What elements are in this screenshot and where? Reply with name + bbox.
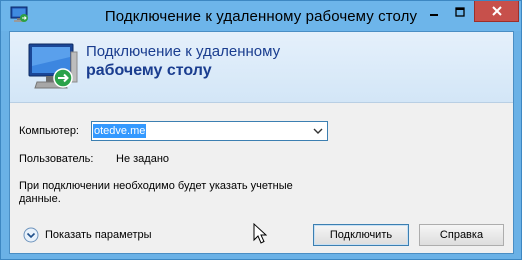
banner-title-line1: Подключение к удаленному xyxy=(86,43,281,60)
minimize-button[interactable] xyxy=(421,1,447,22)
banner-title-line2: рабочему столу xyxy=(86,62,212,79)
chevron-down-icon[interactable] xyxy=(312,126,324,136)
header-banner: Подключение к удаленному рабочему столу xyxy=(10,32,513,103)
computer-combobox[interactable]: otedve.me xyxy=(91,121,328,141)
help-button[interactable]: Справка xyxy=(419,224,504,246)
title-bar[interactable]: Подключение к удаленному рабочему столу xyxy=(1,1,521,31)
show-options-link[interactable]: Показать параметры xyxy=(45,229,152,241)
dialog-body: Подключение к удаленному рабочему столу … xyxy=(9,31,514,254)
minimize-icon xyxy=(430,13,438,16)
close-icon xyxy=(491,6,502,16)
user-value: Не задано xyxy=(116,153,170,165)
computer-input[interactable]: otedve.me xyxy=(93,124,147,138)
maximize-icon xyxy=(455,6,465,17)
maximize-button[interactable] xyxy=(447,1,473,22)
credentials-info-line2: данные. xyxy=(19,193,61,205)
remote-desktop-monitor-icon xyxy=(28,43,78,89)
computer-label: Компьютер: xyxy=(19,125,79,137)
show-options-toggle-icon[interactable] xyxy=(23,227,39,243)
rdp-window: Подключение к удаленному рабочему столу xyxy=(0,0,522,260)
close-button[interactable] xyxy=(474,1,519,22)
connect-button[interactable]: Подключить xyxy=(313,224,409,246)
user-label: Пользователь: xyxy=(19,153,94,165)
credentials-info-line1: При подключении необходимо будет указать… xyxy=(19,180,293,192)
mouse-cursor-icon xyxy=(253,223,267,244)
